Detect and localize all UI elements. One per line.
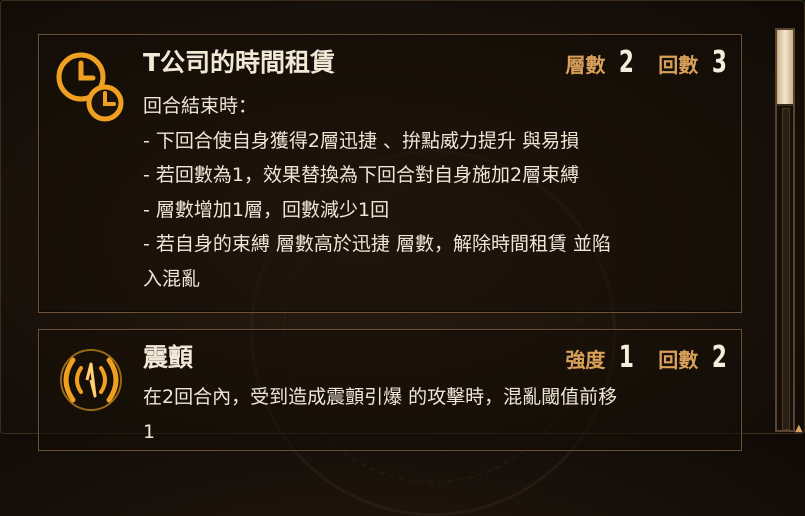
card-stats: 層數 2 回數 3 (543, 45, 729, 80)
scrollbar-track[interactable] (782, 108, 790, 430)
description-line: - 若自身的束縛 層數高於迅捷 層數，解除時間租賃 並陷 (143, 233, 612, 255)
card-description: 在2回合內，受到造成震顫引爆 的攻擊時，混亂閾值前移 1 (143, 380, 727, 449)
status-card-tremor: 震顫 強度 1 回數 2 在2回合內，受到造成震顫引爆 的攻擊時，混亂閾值前移 … (38, 329, 742, 451)
corner-arrow-icon: ▲ (795, 423, 803, 434)
vertical-scrollbar[interactable] (775, 28, 795, 432)
card-title: T公司的時間租賃 (143, 48, 336, 77)
tremor-icon (51, 342, 131, 422)
description-line: 入混亂 (143, 267, 201, 290)
description-line: 回合結束時： (143, 95, 258, 117)
potency-value: 1 (619, 340, 635, 375)
clock-icon (51, 47, 131, 127)
description-line: - 下回合使自身獲得2層迅捷 、拚點威力提升 與易損 (143, 129, 580, 152)
potency-label: 強度 (565, 348, 606, 372)
stack-value: 2 (619, 45, 635, 80)
description-line: - 若回數為1，效果替換為下回合對自身施加2層束縛 (143, 164, 580, 186)
card-stats: 強度 1 回數 2 (543, 340, 729, 375)
description-line: 1 (143, 420, 156, 443)
stack-label: 層數 (565, 53, 606, 77)
status-card-time-lease: T公司的時間租賃 層數 2 回數 3 回合結束時： - 下回合使自身獲得2層迅捷… (38, 34, 742, 313)
card-description: 回合結束時： - 下回合使自身獲得2層迅捷 、拚點威力提升 與易損 - 若回數為… (143, 89, 727, 296)
count-value: 3 (712, 45, 728, 80)
card-title: 震顫 (143, 343, 194, 372)
description-line: 在2回合內，受到造成震顫引爆 的攻擊時，混亂閾值前移 (143, 386, 618, 408)
count-label: 回數 (658, 348, 699, 372)
scrollbar-thumb[interactable] (777, 30, 793, 106)
count-value: 2 (712, 340, 728, 375)
description-line: - 層數增加1層，回數減少1回 (143, 198, 390, 221)
count-label: 回數 (658, 53, 699, 77)
